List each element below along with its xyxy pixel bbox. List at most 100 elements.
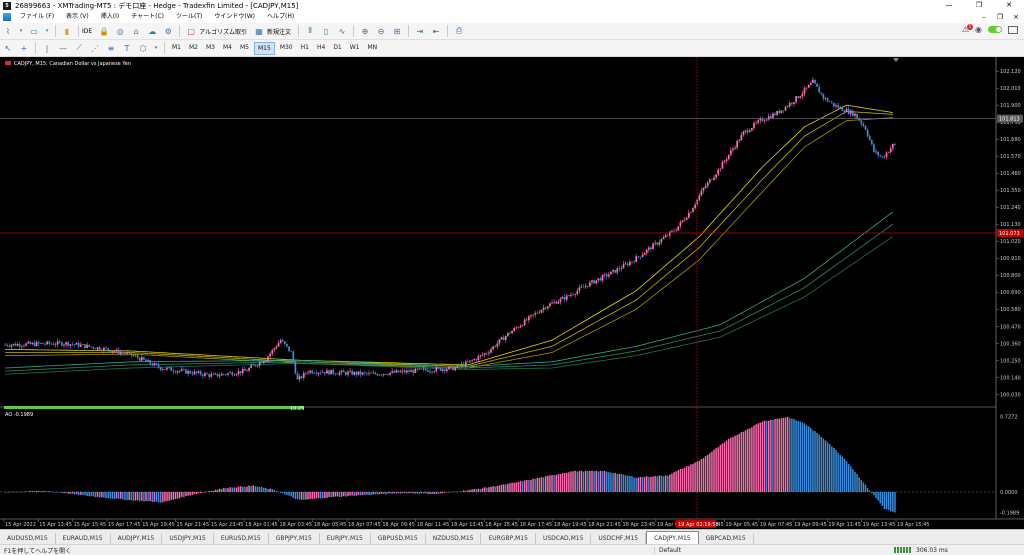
timeframe-m15[interactable]: M15: [254, 41, 275, 55]
candle-body: [799, 96, 802, 98]
text-icon[interactable]: T: [121, 42, 133, 54]
chart-tab[interactable]: USDCHF,M15: [591, 533, 647, 544]
candle-body: [879, 155, 882, 157]
candle-body: [814, 79, 816, 84]
menu-chart[interactable]: チャート(C): [125, 11, 170, 23]
new-order-button[interactable]: 新規注文: [267, 27, 291, 36]
candle-body: [822, 93, 825, 99]
timeframe-m4[interactable]: M4: [220, 42, 235, 55]
profiles-icon[interactable]: ▭: [28, 25, 40, 37]
chart-window-icon[interactable]: [3, 13, 11, 21]
maximize-button[interactable]: ❐: [964, 0, 994, 11]
chart-tab[interactable]: EURJPY,M15: [320, 533, 371, 544]
dropdown-chevron-icon[interactable]: ▾: [153, 42, 159, 54]
auto-scroll-icon[interactable]: ⇥: [414, 25, 426, 37]
zoom-out-icon[interactable]: ⊖: [375, 25, 387, 37]
dropdown-chevron-icon[interactable]: ▾: [44, 25, 50, 37]
vertical-line-icon[interactable]: |: [41, 42, 53, 54]
algo-trading-icon[interactable]: ▢: [185, 25, 197, 37]
chart-tab[interactable]: EURUSD,M15: [214, 533, 269, 544]
menu-window[interactable]: ウインドウ(W): [208, 11, 261, 23]
shapes-icon[interactable]: ⬡: [137, 42, 149, 54]
settings-icon[interactable]: ⚙: [162, 25, 174, 37]
timeframe-h4[interactable]: H4: [314, 42, 328, 55]
menu-insert[interactable]: 挿入(I): [95, 11, 125, 23]
timeframe-m1[interactable]: M1: [169, 42, 184, 55]
timeframe-h1[interactable]: H1: [298, 42, 312, 55]
dropdown-chevron-icon[interactable]: ▾: [18, 25, 24, 37]
menu-tools[interactable]: ツール(T): [170, 11, 208, 23]
chart-tab[interactable]: EURAUD,M15: [56, 533, 111, 544]
candle-body: [464, 361, 467, 367]
ao-bar: [90, 491, 93, 497]
candle-body: [39, 343, 42, 344]
timeframe-mn[interactable]: MN: [365, 42, 381, 55]
menu-view[interactable]: 表示 (V): [60, 11, 95, 23]
candle-body: [544, 307, 547, 309]
one-click-trading-toggle[interactable]: [988, 26, 1002, 33]
zoom-in-icon[interactable]: ⊕: [359, 25, 371, 37]
timeframe-w1[interactable]: W1: [347, 42, 363, 55]
chart-tab[interactable]: USDJPY,M15: [162, 533, 214, 544]
separator: [35, 42, 36, 54]
chart-tab[interactable]: AUDJPY,M15: [111, 533, 163, 544]
new-order-icon[interactable]: ▦: [253, 25, 265, 37]
ide-button[interactable]: IDE: [82, 28, 92, 35]
market-icon[interactable]: ⌂: [130, 25, 142, 37]
close-button[interactable]: ✕: [994, 0, 1024, 11]
timeframe-m2[interactable]: M2: [186, 42, 201, 55]
screenshot-icon[interactable]: ⎙: [453, 25, 465, 37]
timeframe-m3[interactable]: M3: [203, 42, 218, 55]
signals-icon[interactable]: ◎: [114, 25, 126, 37]
candlestick-icon[interactable]: ▯: [320, 25, 332, 37]
vps-icon[interactable]: ☁: [146, 25, 158, 37]
chart-tab[interactable]: GBPCAD,M15: [699, 533, 754, 544]
channel-icon[interactable]: ⋰: [89, 42, 101, 54]
chart-tab[interactable]: CADJPY,M15: [646, 531, 699, 544]
chart-tab[interactable]: USDCAD,M15: [536, 533, 592, 544]
timeframe-m30[interactable]: M30: [277, 42, 296, 55]
chart-tab[interactable]: GBPJPY,M15: [269, 533, 320, 544]
fibonacci-icon[interactable]: ≡: [105, 42, 117, 54]
ao-bar: [8, 491, 10, 493]
horizontal-line-icon[interactable]: —: [57, 42, 69, 54]
ao-bar: [822, 438, 825, 492]
lock-icon[interactable]: 🔒: [98, 25, 110, 37]
notifications-icon[interactable]: ⚠ 1: [962, 24, 974, 34]
chart-shift-icon[interactable]: ⇤: [430, 25, 442, 37]
chart-type-icon[interactable]: ⌇: [2, 25, 14, 37]
separator: [179, 25, 181, 37]
window-title: 26899663 - XMTrading-MT5 : デモ口座 - Hedge …: [15, 1, 299, 10]
chart-tab[interactable]: GBPUSD,M15: [371, 533, 426, 544]
algo-trading-button[interactable]: アルゴリズム取引: [199, 27, 247, 36]
crosshair-icon[interactable]: +: [18, 42, 30, 54]
mdi-minimize-button[interactable]: –: [976, 13, 992, 21]
bar-chart-icon[interactable]: ⫴: [304, 25, 316, 37]
market-watch-icon[interactable]: ▮: [61, 25, 73, 37]
trendline-icon[interactable]: ⟋: [73, 42, 85, 54]
cursor-icon[interactable]: ↖: [2, 42, 14, 54]
time-tick-label: 18 Apr 09:45: [382, 522, 415, 528]
candle-body: [281, 340, 284, 342]
chart-tab[interactable]: EURGBP,M15: [481, 533, 536, 544]
chart-window[interactable]: 102.120 102.010 101.900 101.790 101.680 101.5…: [0, 57, 1024, 529]
candle-body: [847, 109, 850, 114]
timeframe-d1[interactable]: D1: [330, 42, 344, 55]
minimize-button[interactable]: —: [934, 0, 964, 11]
chart-tab[interactable]: NZDUSD,M15: [426, 533, 482, 544]
ao-bar: [164, 491, 166, 502]
candle-body: [145, 359, 147, 362]
fullscreen-icon[interactable]: [1008, 25, 1018, 34]
tile-windows-icon[interactable]: ⊞: [391, 25, 403, 37]
timeframe-m5[interactable]: M5: [237, 42, 252, 55]
chart-tab[interactable]: AUDUSD,M15: [0, 533, 56, 544]
menu-file[interactable]: ファイル (F): [14, 11, 60, 23]
ao-bar: [749, 428, 751, 492]
candle-body: [10, 345, 13, 347]
mdi-close-button[interactable]: ×: [1008, 13, 1024, 21]
line-chart-icon[interactable]: ∿: [336, 25, 348, 37]
account-icon[interactable]: ◉: [975, 25, 982, 34]
mdi-restore-button[interactable]: ❐: [992, 13, 1008, 21]
price-chart-canvas[interactable]: 102.120102.010101.900101.790101.680101.5…: [0, 57, 1024, 529]
menu-help[interactable]: ヘルプ(H): [261, 11, 300, 23]
